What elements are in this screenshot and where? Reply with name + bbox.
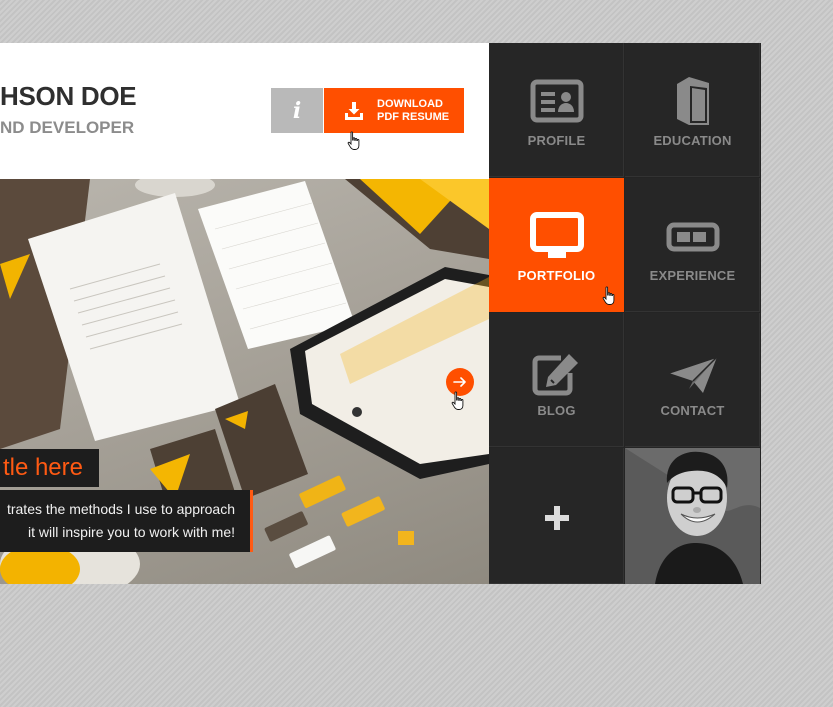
- download-icon: [345, 101, 363, 120]
- tile-experience[interactable]: EXPERIENCE: [625, 178, 760, 312]
- header: HSON DOE ND DEVELOPER i DOWNLOAD PDF RES…: [0, 43, 489, 179]
- hero-description-line1: trates the methods I use to approach: [6, 501, 235, 517]
- hand-cursor-icon: [602, 286, 615, 305]
- battery-icon: [666, 222, 719, 252]
- book-icon: [676, 77, 709, 125]
- tile-blog[interactable]: BLOG: [489, 313, 624, 447]
- resume-card: HSON DOE ND DEVELOPER i DOWNLOAD PDF RES…: [0, 43, 761, 584]
- navigation-tiles: PROFILE EDUCATION PORTFOLIO EXPERIENCE B…: [489, 43, 761, 584]
- tile-contact[interactable]: CONTACT: [625, 313, 760, 447]
- tile-profile[interactable]: PROFILE: [489, 43, 624, 177]
- paper-plane-icon: [668, 356, 718, 393]
- download-label-line2: PDF RESUME: [377, 110, 450, 123]
- id-card-icon: [530, 79, 583, 123]
- hero-title-text: tle here: [2, 454, 83, 481]
- download-label-line1: DOWNLOAD: [377, 97, 443, 110]
- hand-cursor-icon: [451, 391, 464, 410]
- tile-profile-label: PROFILE: [527, 133, 586, 148]
- info-button[interactable]: i: [271, 88, 323, 133]
- portfolio-hero-image: tle here trates the methods I use to app…: [0, 179, 489, 584]
- tile-more[interactable]: [489, 448, 624, 584]
- avatar-photo: [625, 448, 760, 584]
- hero-description: trates the methods I use to approach it …: [0, 490, 253, 552]
- tile-blog-label: BLOG: [537, 403, 576, 418]
- tile-portfolio-label: PORTFOLIO: [517, 268, 596, 283]
- person-role: ND DEVELOPER: [0, 118, 135, 137]
- avatar: [625, 448, 760, 584]
- hand-cursor-icon: [347, 131, 360, 150]
- tile-portfolio[interactable]: PORTFOLIO: [489, 178, 624, 312]
- person-name: HSON DOE: [0, 81, 137, 111]
- plus-icon: [544, 506, 569, 530]
- tile-contact-label: CONTACT: [660, 403, 725, 418]
- tile-education-label: EDUCATION: [653, 133, 732, 148]
- download-resume-button[interactable]: DOWNLOAD PDF RESUME: [324, 88, 464, 133]
- hero-description-line2: it will inspire you to work with me!: [28, 524, 235, 540]
- download-label: DOWNLOAD PDF RESUME: [377, 98, 449, 124]
- monitor-icon: [529, 212, 584, 258]
- edit-icon: [532, 354, 578, 396]
- tile-experience-label: EXPERIENCE: [649, 268, 736, 283]
- hero-title: tle here: [0, 449, 99, 487]
- tile-education[interactable]: EDUCATION: [625, 43, 760, 177]
